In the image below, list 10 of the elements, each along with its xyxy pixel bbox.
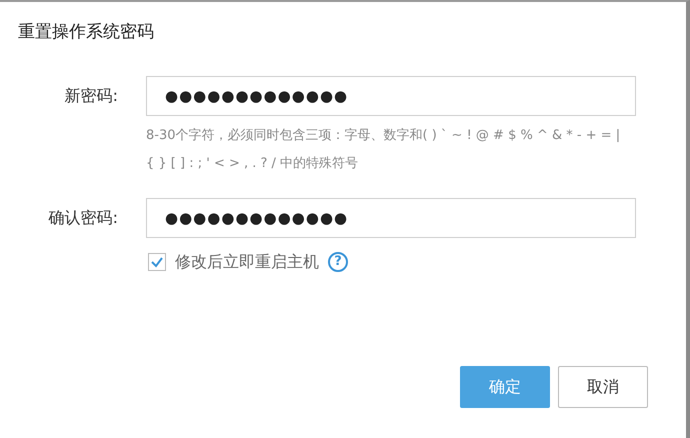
cancel-button[interactable]: 取消: [558, 366, 648, 408]
dialog-title: 重置操作系统密码: [17, 21, 155, 44]
restart-checkbox[interactable]: [148, 252, 166, 270]
password-hint: 8-30个字符，必须同时包含三项：字母、数字和( ) ` ~ ! @ # $ % ^ & * - + = | { } [ ] : ; ' < > , . ? / 中的特殊符号: [146, 126, 622, 172]
check-icon: [150, 256, 164, 268]
field-label: 确认密码:: [48, 206, 119, 228]
password-field[interactable]: ●●●●●●●●●●●●●: [146, 76, 636, 116]
password-field[interactable]: ●●●●●●●●●●●●●: [146, 198, 636, 238]
restart-label: 修改后立即重启主机: [175, 250, 319, 272]
field-label: 新密码:: [64, 84, 119, 106]
